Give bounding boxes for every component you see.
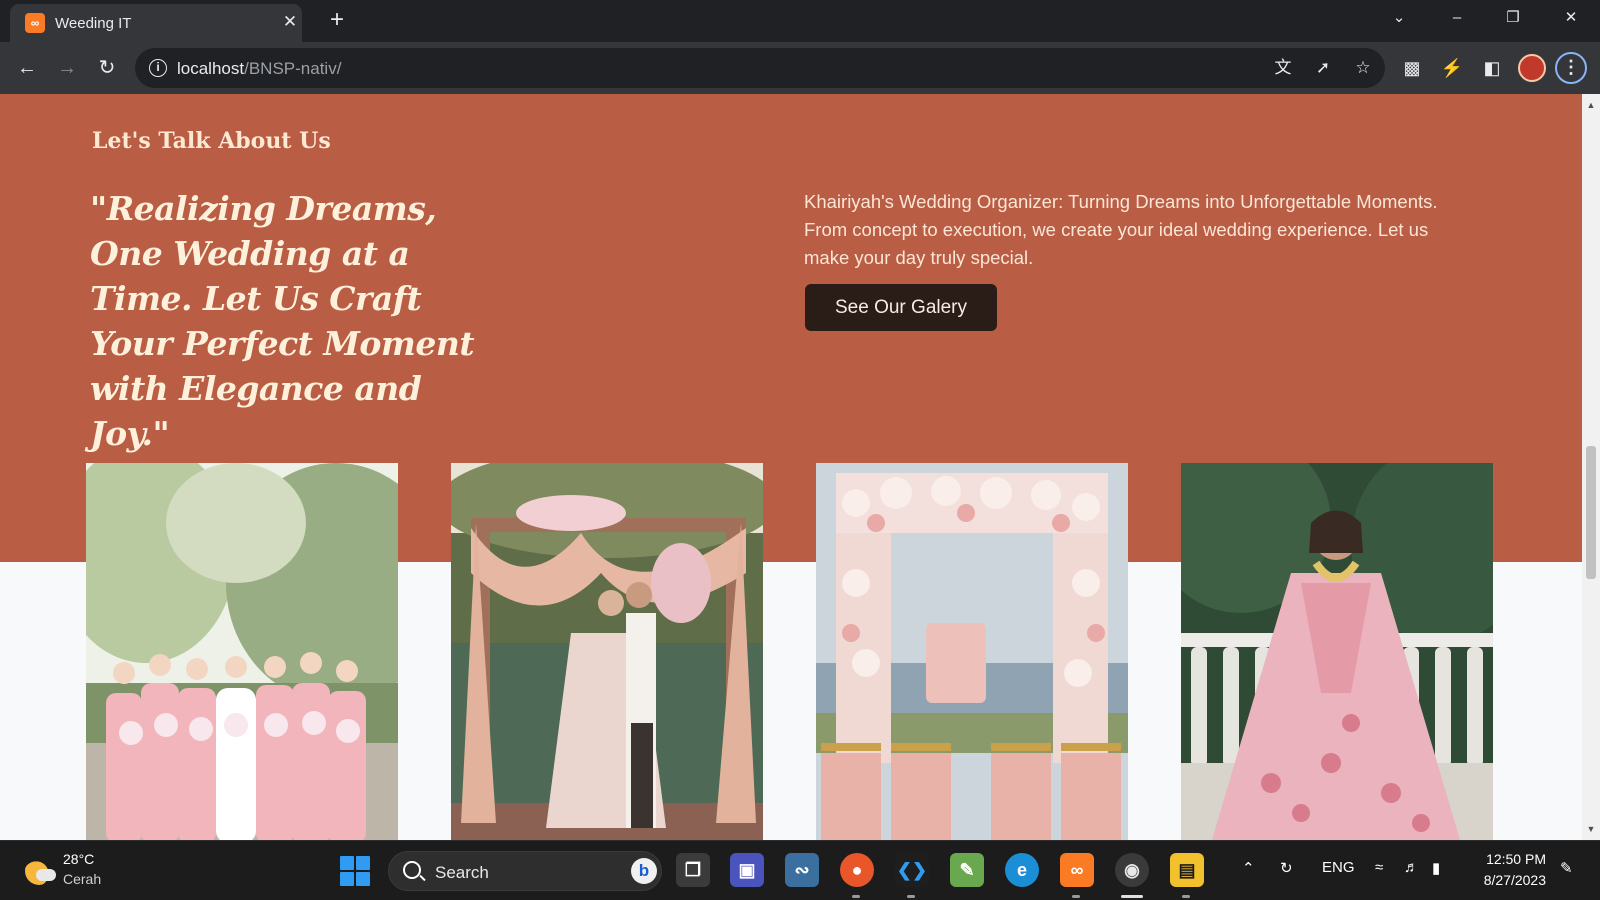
bookmark-star-icon[interactable]: ☆ [1352, 57, 1374, 79]
explorer-running-indicator [1182, 895, 1190, 898]
chrome-active-indicator [1121, 895, 1143, 898]
site-info-icon[interactable]: i [149, 59, 167, 77]
share-icon[interactable]: ➚ [1312, 57, 1334, 79]
windows-taskbar: 28°C Cerah Search b ❐ ▣ ∾ ● ❮❯ ✎ e ∞ ◉ ▤… [0, 840, 1600, 900]
scroll-up-icon[interactable]: ▲ [1586, 100, 1596, 110]
profile-avatar[interactable] [1518, 54, 1546, 82]
minimize-icon[interactable]: – [1442, 6, 1472, 30]
volume-icon[interactable]: ♬ [1404, 859, 1419, 876]
weather-cloud-icon [36, 869, 56, 881]
weather-temperature[interactable]: 28°C [63, 851, 94, 867]
browser-tab[interactable]: ∞ Weeding IT ✕ [10, 4, 302, 42]
bride-in-pink-lehenga-photo [1181, 463, 1493, 840]
firefox-running-indicator [852, 895, 860, 898]
address-bar[interactable]: i localhost/BNSP-nativ/ 文 ➚ ☆ [135, 48, 1385, 88]
weather-description[interactable]: Cerah [63, 871, 101, 887]
windows-start-icon[interactable] [340, 856, 370, 886]
show-hidden-icons-chevron-icon[interactable]: ⌃ [1242, 859, 1255, 877]
search-icon [403, 861, 421, 879]
clock-date[interactable]: 8/27/2023 [1472, 872, 1546, 888]
xampp-running-indicator [1072, 895, 1080, 898]
url-path: /BNSP-nativ/ [244, 59, 342, 78]
tab-search-icon[interactable]: ⌄ [1384, 6, 1414, 30]
bridesmaids-group-photo [86, 463, 398, 840]
xampp-icon: ∞ [25, 13, 45, 33]
vscode-icon[interactable]: ❮❯ [895, 853, 929, 887]
see-gallery-button[interactable]: See Our Galery [805, 284, 997, 331]
notifications-icon[interactable]: ✎ [1560, 859, 1573, 877]
taskbar-search-box[interactable]: Search b [388, 851, 662, 891]
page-viewport: Let's Talk About Us "Realizing Dreams, O… [0, 94, 1582, 840]
firefox-icon[interactable]: ● [840, 853, 874, 887]
task-view-icon[interactable]: ❐ [676, 853, 710, 887]
bing-icon[interactable]: b [631, 858, 657, 884]
side-panel-icon[interactable]: ◧ [1479, 55, 1505, 81]
chrome-icon[interactable]: ◉ [1115, 853, 1149, 887]
restore-icon[interactable]: ❐ [1498, 6, 1528, 30]
close-tab-icon[interactable]: ✕ [280, 12, 300, 32]
clock-time[interactable]: 12:50 PM [1482, 851, 1546, 867]
sync-icon[interactable]: ↻ [1280, 859, 1293, 877]
translate-icon[interactable]: 文 [1272, 57, 1294, 79]
url-host: localhost [177, 59, 245, 78]
browser-tab-strip: ∞ Weeding IT ✕ + ⌄ – ❐ ✕ [0, 0, 1600, 42]
browser-toolbar: ← → ↻ i localhost/BNSP-nativ/ 文 ➚ ☆ ▩ ⚡ … [0, 42, 1600, 94]
scroll-thumb[interactable] [1586, 446, 1596, 579]
about-eyebrow-heading: Let's Talk About Us [92, 128, 331, 154]
edge-icon[interactable]: e [1005, 853, 1039, 887]
teams-chat-icon[interactable]: ▣ [730, 853, 764, 887]
scroll-down-icon[interactable]: ▼ [1586, 824, 1596, 834]
tab-title: Weeding IT [55, 15, 132, 32]
couple-under-floral-arch-photo [451, 463, 763, 840]
file-explorer-icon[interactable]: ▤ [1170, 853, 1204, 887]
new-tab-icon[interactable]: + [325, 8, 349, 32]
reload-icon[interactable]: ↻ [93, 54, 121, 82]
chrome-menu-icon[interactable]: ⋮ [1555, 52, 1587, 84]
back-arrow-icon[interactable]: ← [13, 54, 41, 82]
extensions-puzzle-icon[interactable]: ▩ [1399, 55, 1425, 81]
about-quote-heading: "Realizing Dreams, One Wedding at a Time… [90, 189, 475, 453]
mysql-workbench-icon[interactable]: ∾ [785, 853, 819, 887]
vscode-running-indicator [907, 895, 915, 898]
notepad-icon[interactable]: ✎ [950, 853, 984, 887]
about-description: Khairiyah's Wedding Organizer: Turning D… [804, 191, 1438, 268]
floral-ceremony-arch-photo [816, 463, 1128, 840]
page-scrollbar[interactable]: ▲ ▼ [1582, 94, 1600, 840]
performance-icon[interactable]: ⚡ [1439, 55, 1465, 81]
search-label: Search [435, 863, 489, 882]
url-text[interactable]: localhost/BNSP-nativ/ [177, 59, 341, 79]
input-language[interactable]: ENG [1322, 859, 1355, 876]
xampp-taskbar-icon[interactable]: ∞ [1060, 853, 1094, 887]
wifi-icon[interactable]: ≈ [1375, 859, 1383, 876]
close-window-icon[interactable]: ✕ [1556, 6, 1586, 30]
forward-arrow-icon[interactable]: → [53, 54, 81, 82]
battery-icon[interactable]: ▮ [1432, 859, 1440, 877]
